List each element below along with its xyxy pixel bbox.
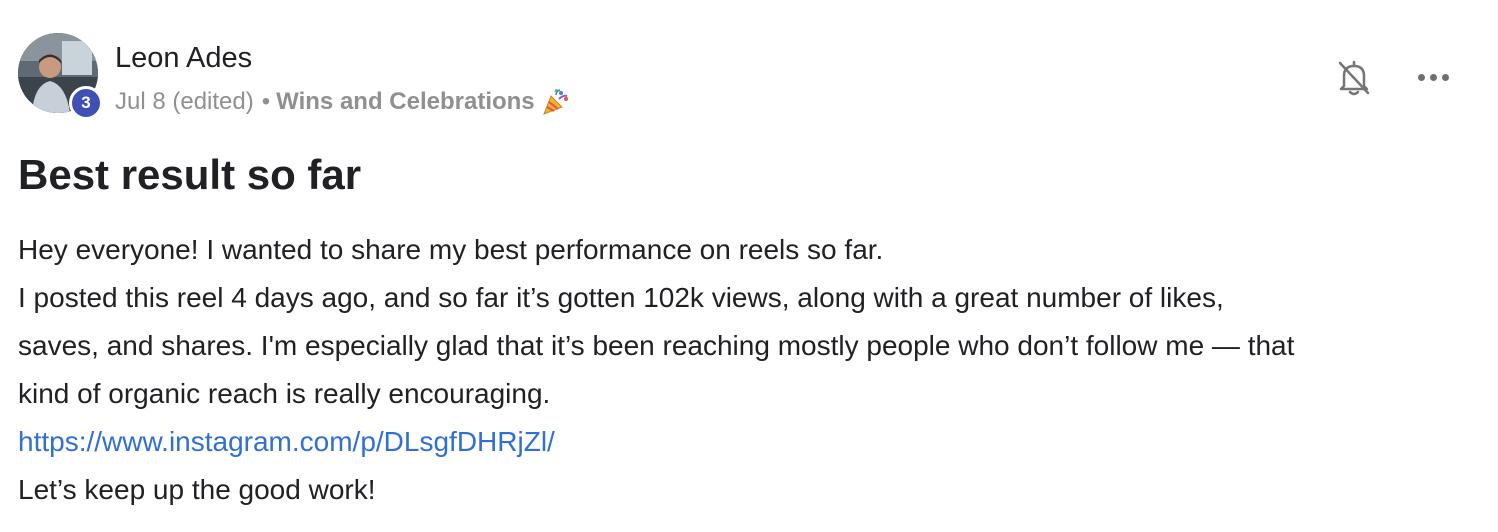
more-dot [1417, 73, 1425, 81]
bell-off-icon[interactable] [1335, 58, 1373, 98]
instagram-link[interactable]: https://www.instagram.com/p/DLsgfDHRjZl/ [18, 426, 555, 457]
post-date: Jul 8 (edited) [115, 88, 254, 115]
more-options-icon[interactable] [1410, 62, 1456, 92]
body-line: I posted this reel 4 days ago, and so fa… [18, 282, 1224, 313]
post-meta: Jul 8 (edited) • Wins and Celebrations [115, 86, 571, 118]
more-dot [1429, 73, 1437, 81]
party-popper-icon [541, 87, 571, 117]
post-card: 3 Leon Ades Jul 8 (edited) • Wins and Ce… [0, 0, 1498, 532]
body-line: saves, and shares. I'm especially glad t… [18, 330, 1295, 361]
meta-separator: • [261, 88, 271, 115]
body-link-line: https://www.instagram.com/p/DLsgfDHRjZl/ [18, 418, 1488, 466]
body-closing: Let’s keep up the good work! [18, 474, 376, 505]
author-name[interactable]: Leon Ades [115, 40, 252, 76]
body-line: kind of organic reach is really encourag… [18, 378, 551, 409]
body-line: Hey everyone! I wanted to share my best … [18, 234, 884, 265]
author-avatar-group[interactable]: 3 [18, 33, 103, 120]
level-badge: 3 [69, 86, 103, 120]
post-title: Best result so far [18, 151, 362, 198]
post-body: Hey everyone! I wanted to share my best … [18, 226, 1488, 514]
category-link[interactable]: Wins and Celebrations [276, 86, 535, 118]
more-dot [1441, 73, 1449, 81]
